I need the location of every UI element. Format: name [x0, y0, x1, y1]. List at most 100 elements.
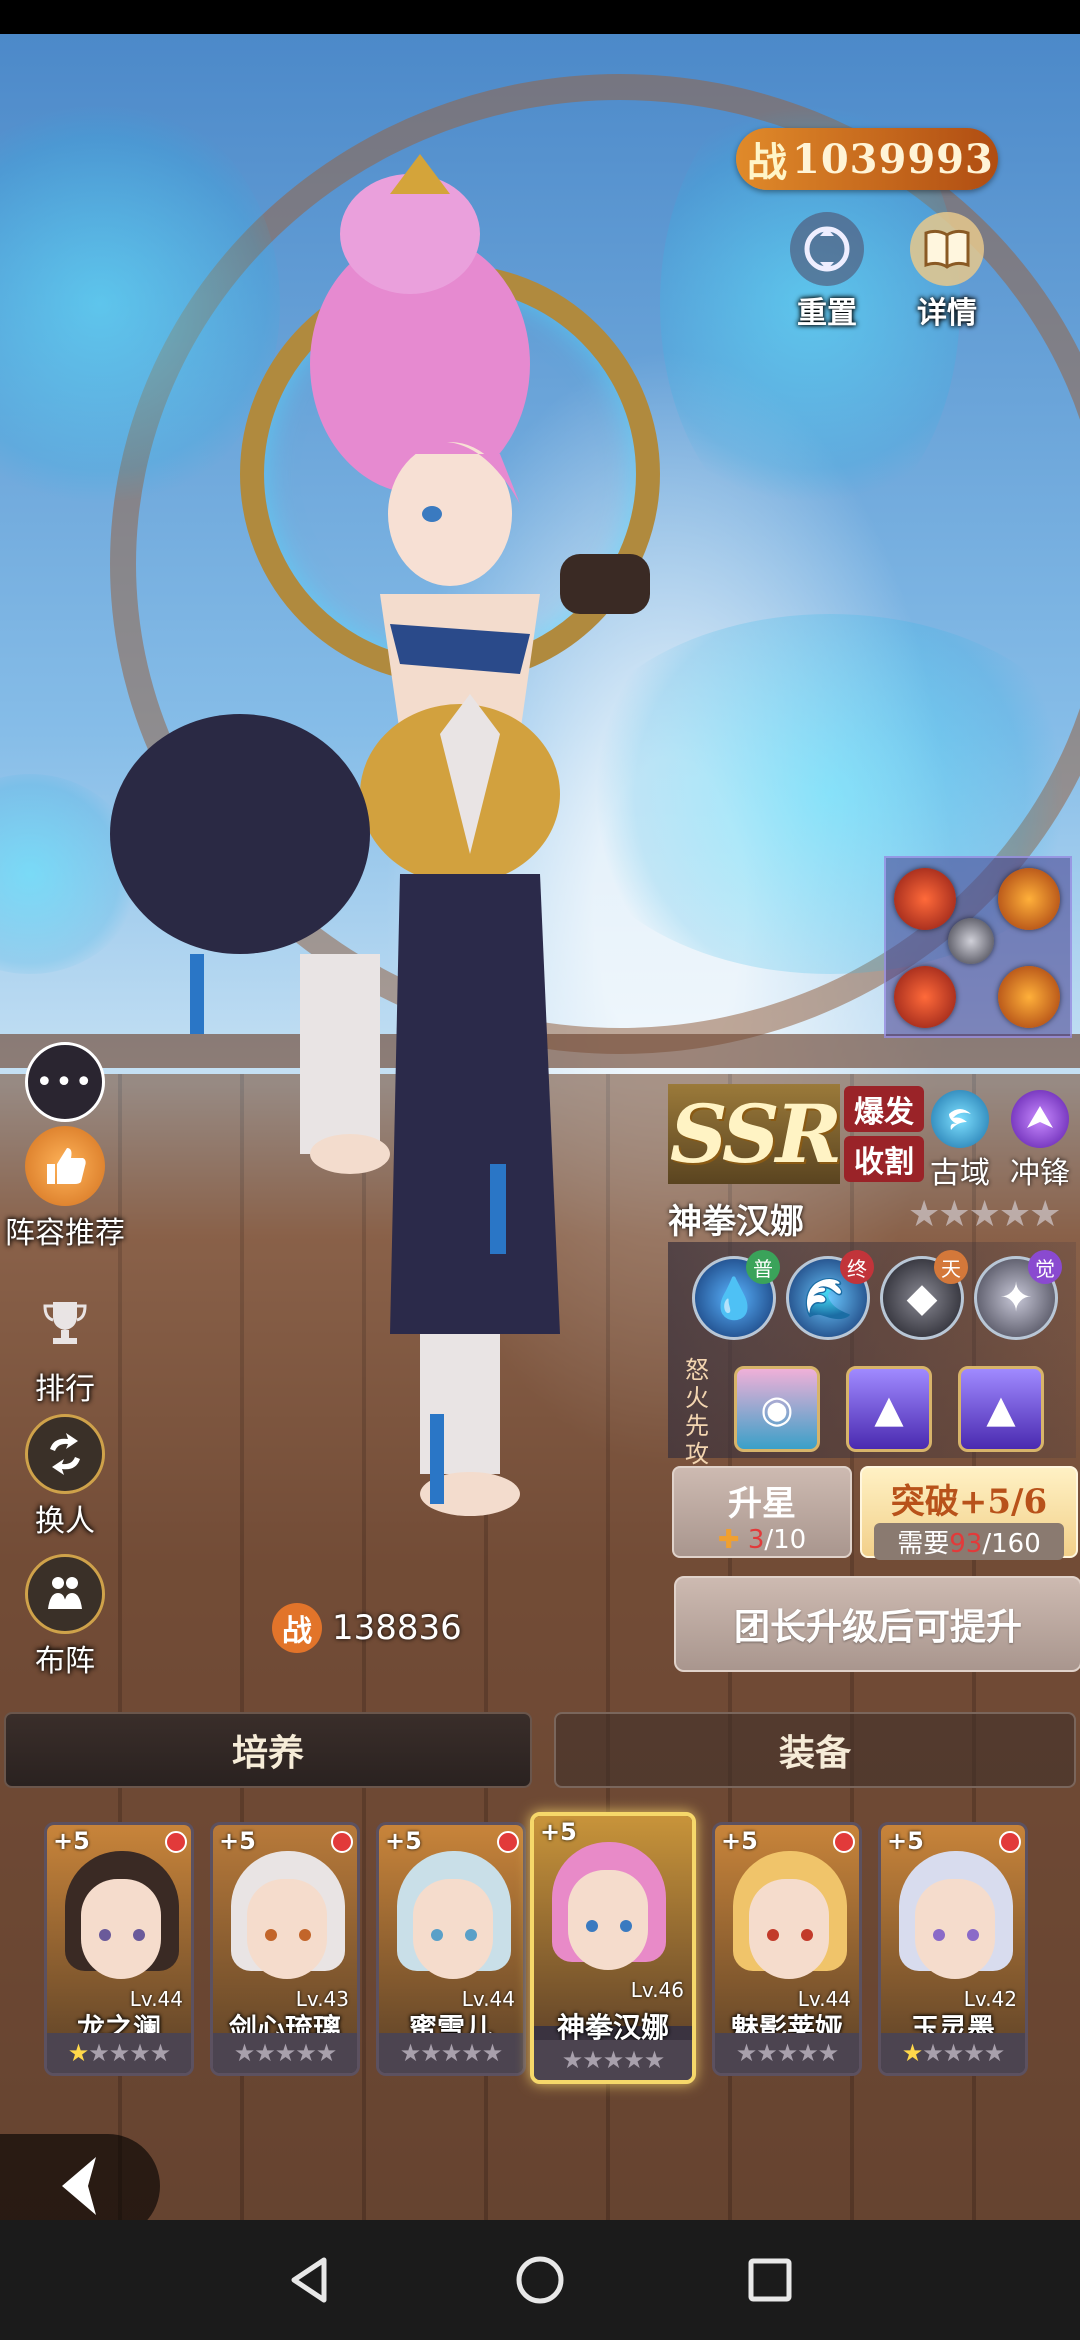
- swap-hero-button[interactable]: 换人: [0, 1414, 130, 1540]
- hero-face: [915, 1879, 995, 1979]
- leader-upgrade-notice-button[interactable]: 团长升级后可提升: [674, 1576, 1080, 1672]
- formation-icon: [25, 1554, 105, 1634]
- total-power-badge: 战 1039993: [736, 128, 998, 190]
- back-arrow-icon: [62, 2157, 96, 2215]
- star-empty-icon: ★: [983, 2039, 1005, 2067]
- star-empty-icon: ★: [129, 2039, 150, 2067]
- team-power-value: 138836: [332, 1608, 462, 1648]
- hero-eye: [801, 1929, 813, 1941]
- trophy-icon: [25, 1282, 105, 1362]
- notification-dot: [165, 1831, 187, 1853]
- tab-equipment[interactable]: 装备: [554, 1712, 1076, 1788]
- breakthrough-button[interactable]: 突破+5/6 需要93/160: [860, 1466, 1078, 1560]
- trait-tag-harvest: 收割: [844, 1136, 924, 1182]
- star-empty-icon: ★: [756, 2039, 777, 2067]
- reset-button[interactable]: 重置: [772, 212, 882, 332]
- star-up-progress: ✚ 3/10: [674, 1525, 850, 1555]
- square-recents-icon: [748, 2258, 792, 2302]
- enhance-level: +5: [53, 1827, 90, 1855]
- star-filled-icon: ★: [901, 2039, 923, 2067]
- star-empty-icon: ★: [481, 2039, 503, 2067]
- rarity-badge: SSR: [668, 1084, 842, 1184]
- star-up-title: 升星: [728, 1484, 796, 1524]
- arrow-up-icon[interactable]: ▲: [846, 1366, 932, 1452]
- star-empty-icon: ★: [623, 2046, 644, 2074]
- hero-eye: [99, 1929, 111, 1941]
- hero-card[interactable]: +5 Lv.44 蜜雪儿 ★ ★ ★ ★ ★: [376, 1822, 526, 2076]
- triangle-back-icon: [291, 2257, 327, 2303]
- formation-button[interactable]: 布阵: [0, 1554, 130, 1680]
- swap-hero-label: 换人: [35, 1504, 95, 1539]
- book-icon: [910, 212, 984, 286]
- thumbs-up-icon: [25, 1126, 105, 1206]
- skill-tag-heaven: 天: [934, 1250, 968, 1284]
- ranking-button[interactable]: 排行: [0, 1282, 130, 1408]
- total-power-value: 1039993: [792, 135, 994, 183]
- power-icon: 战: [747, 140, 787, 186]
- hero-face: [81, 1879, 161, 1979]
- nav-back-button[interactable]: [250, 2220, 370, 2340]
- star-filled-icon: ★: [67, 2039, 89, 2067]
- reset-icon: [790, 212, 864, 286]
- hero-name: 神拳汉娜: [668, 1202, 804, 1242]
- hero-card[interactable]: +5 Lv.44 魅影莱娅 ★ ★ ★ ★ ★: [712, 1822, 862, 2076]
- skill-tag-awaken: 觉: [1028, 1250, 1062, 1284]
- hero-face: [749, 1879, 829, 1979]
- fire-orb-icon[interactable]: [894, 868, 956, 930]
- flame-orb-icon[interactable]: [998, 966, 1060, 1028]
- fire-orb-icon[interactable]: [894, 966, 956, 1028]
- hero-card[interactable]: +5 Lv.46 神拳汉娜 ★ ★ ★ ★ ★: [530, 1812, 696, 2084]
- hero-card[interactable]: +5 Lv.42 玉灵墨 ★ ★ ★ ★ ★: [878, 1822, 1028, 2076]
- hero-eye: [265, 1929, 277, 1941]
- nav-home-button[interactable]: [480, 2220, 600, 2340]
- swirl-icon: [931, 1090, 989, 1148]
- bond-skill-grid[interactable]: [884, 856, 1072, 1038]
- power-icon: 战: [272, 1603, 322, 1653]
- hero-eye: [299, 1929, 311, 1941]
- star-empty-icon: ★: [817, 2039, 839, 2067]
- lineup-recommend-button[interactable]: 阵容推荐: [0, 1126, 130, 1252]
- chat-bubble-icon: •••: [25, 1042, 105, 1122]
- notification-dot: [331, 1831, 353, 1853]
- star-empty-icon: ★: [643, 2046, 665, 2074]
- chat-button[interactable]: •••: [0, 1042, 130, 1122]
- class-label: 冲锋: [1010, 1156, 1070, 1191]
- hero-card-stars: ★ ★ ★ ★ ★: [213, 2033, 357, 2073]
- star-empty-icon: ★: [254, 2039, 275, 2067]
- hero-card[interactable]: +5 Lv.43 剑心琉璃 ★ ★ ★ ★ ★: [210, 1822, 360, 2076]
- circle-home-icon: [516, 2256, 564, 2304]
- enhance-level: +5: [721, 1827, 758, 1855]
- star-empty-icon: ★: [108, 2039, 130, 2067]
- faction-attribute[interactable]: 古域: [920, 1090, 1000, 1192]
- details-button[interactable]: 详情: [892, 212, 1002, 332]
- hero-eye: [967, 1929, 979, 1941]
- star-empty-icon: ★: [295, 2039, 316, 2067]
- nav-recents-button[interactable]: [710, 2220, 830, 2340]
- star-empty-icon: ★: [440, 2039, 462, 2067]
- star-empty-icon: ★: [942, 2039, 964, 2067]
- notification-dot: [497, 1831, 519, 1853]
- rage-first-strike-label: 怒火先攻: [685, 1356, 709, 1468]
- hero-face: [568, 1870, 648, 1970]
- hero-eye: [767, 1929, 779, 1941]
- tab-cultivate[interactable]: 培养: [4, 1712, 532, 1788]
- formation-label: 布阵: [35, 1644, 95, 1679]
- star-up-button[interactable]: 升星 ✚ 3/10: [672, 1466, 852, 1558]
- portrait-slot-icon[interactable]: ◉: [734, 1366, 820, 1452]
- flame-orb-icon[interactable]: [998, 868, 1060, 930]
- hero-eye: [933, 1929, 945, 1941]
- hero-card-stars: ★ ★ ★ ★ ★: [715, 2033, 859, 2073]
- star-empty-icon: ★: [963, 2039, 984, 2067]
- hero-eye: [133, 1929, 145, 1941]
- ranking-label: 排行: [35, 1372, 95, 1407]
- hero-eye: [431, 1929, 443, 1941]
- break-current: 93: [949, 1529, 983, 1559]
- enhance-level: +5: [385, 1827, 422, 1855]
- need-label: 需要: [897, 1529, 950, 1559]
- break-total: /160: [982, 1529, 1041, 1559]
- class-attribute[interactable]: 冲锋: [1000, 1090, 1080, 1192]
- arrow-up-icon[interactable]: ▲: [958, 1366, 1044, 1452]
- hero-face: [247, 1879, 327, 1979]
- hero-card[interactable]: +5 Lv.44 龙之澜 ★ ★ ★ ★ ★: [44, 1822, 194, 2076]
- star-empty-icon: ★: [149, 2039, 171, 2067]
